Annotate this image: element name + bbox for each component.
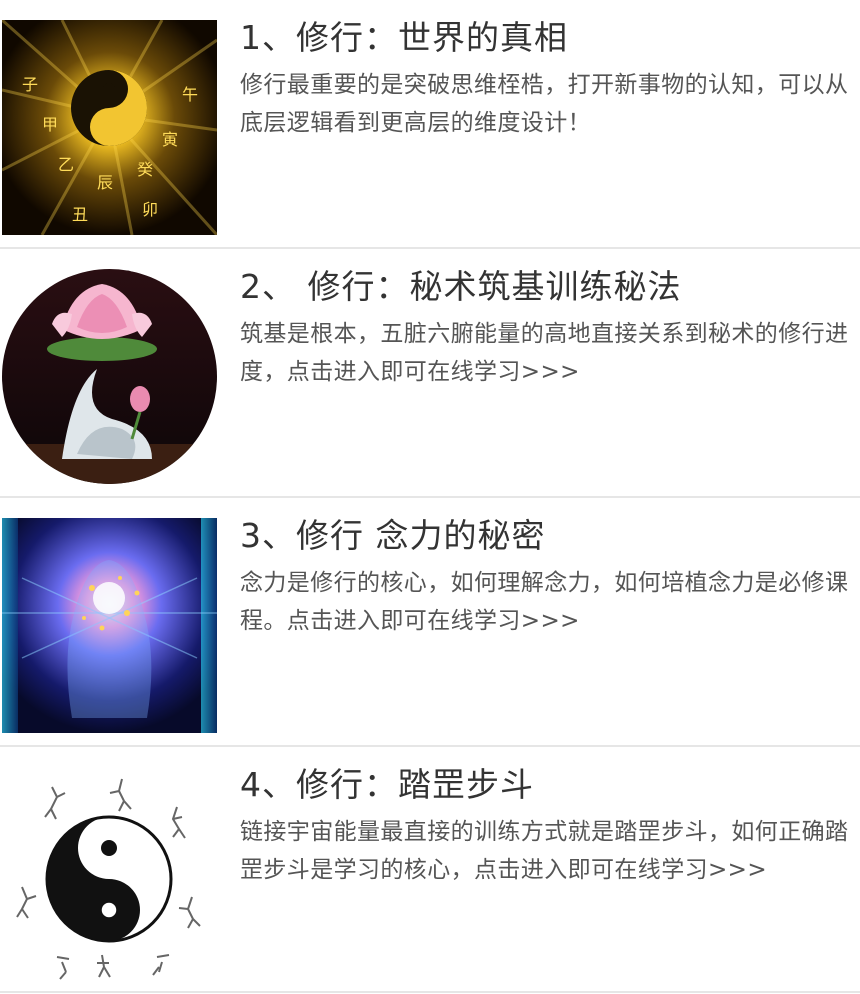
article-thumbnail-lotus[interactable] <box>2 269 217 484</box>
list-item[interactable]: 2、 修行：秘术筑基训练秘法 筑基是根本，五脏六腑能量的高地直接关系到秘术的修行… <box>0 249 860 498</box>
svg-text:子: 子 <box>22 75 38 94</box>
yin-yang-martial-artists-image <box>2 767 217 982</box>
svg-text:甲: 甲 <box>42 115 58 134</box>
article-description: 筑基是根本，五脏六腑能量的高地直接关系到秘术的修行进度，点击进入即可在线学习>>… <box>240 321 849 385</box>
svg-text:寅: 寅 <box>162 130 178 149</box>
golden-yin-yang-zodiac-image: 甲 乙 辰 癸 寅 子 午 卯 丑 <box>2 20 217 235</box>
svg-text:午: 午 <box>182 85 198 104</box>
article-thumbnail-zodiac[interactable]: 甲 乙 辰 癸 寅 子 午 卯 丑 <box>2 20 217 235</box>
list-item[interactable]: 甲 乙 辰 癸 寅 子 午 卯 丑 1、修行：世界的真相 修行最重要的是突破思维… <box>0 0 860 249</box>
lotus-incense-burner-image <box>2 269 217 484</box>
svg-text:卯: 卯 <box>142 200 158 219</box>
list-item[interactable]: 4、修行：踏罡步斗 链接宇宙能量最直接的训练方式就是踏罡步斗，如何正确踏罡步斗是… <box>0 747 860 993</box>
svg-text:丑: 丑 <box>72 205 88 224</box>
svg-text:辰: 辰 <box>97 173 113 192</box>
list-item[interactable]: 3、修行 念力的秘密 念力是修行的核心，如何理解念力，如何培植念力是必修课程。点… <box>0 498 860 747</box>
svg-text:乙: 乙 <box>58 155 74 174</box>
article-title[interactable]: 2、 修行：秘术筑基训练秘法 <box>240 265 860 309</box>
article-description: 念力是修行的核心，如何理解念力，如何培植念力是必修课程。点击进入即可在线学习>>… <box>240 570 849 634</box>
article-thumbnail-yin-yang[interactable] <box>2 767 217 982</box>
article-list: 甲 乙 辰 癸 寅 子 午 卯 丑 1、修行：世界的真相 修行最重要的是突破思维… <box>0 0 860 993</box>
article-title[interactable]: 1、修行：世界的真相 <box>240 16 860 60</box>
svg-text:癸: 癸 <box>137 160 153 179</box>
article-thumbnail-cosmic-head[interactable] <box>2 518 217 733</box>
article-description: 修行最重要的是突破思维桎梏，打开新事物的认知，可以从底层逻辑看到更高层的维度设计… <box>240 72 849 136</box>
article-title[interactable]: 4、修行：踏罡步斗 <box>240 763 860 807</box>
glowing-cosmic-head-image <box>2 518 217 733</box>
article-description: 链接宇宙能量最直接的训练方式就是踏罡步斗，如何正确踏罡步斗是学习的核心，点击进入… <box>240 819 849 883</box>
article-title[interactable]: 3、修行 念力的秘密 <box>240 514 860 558</box>
